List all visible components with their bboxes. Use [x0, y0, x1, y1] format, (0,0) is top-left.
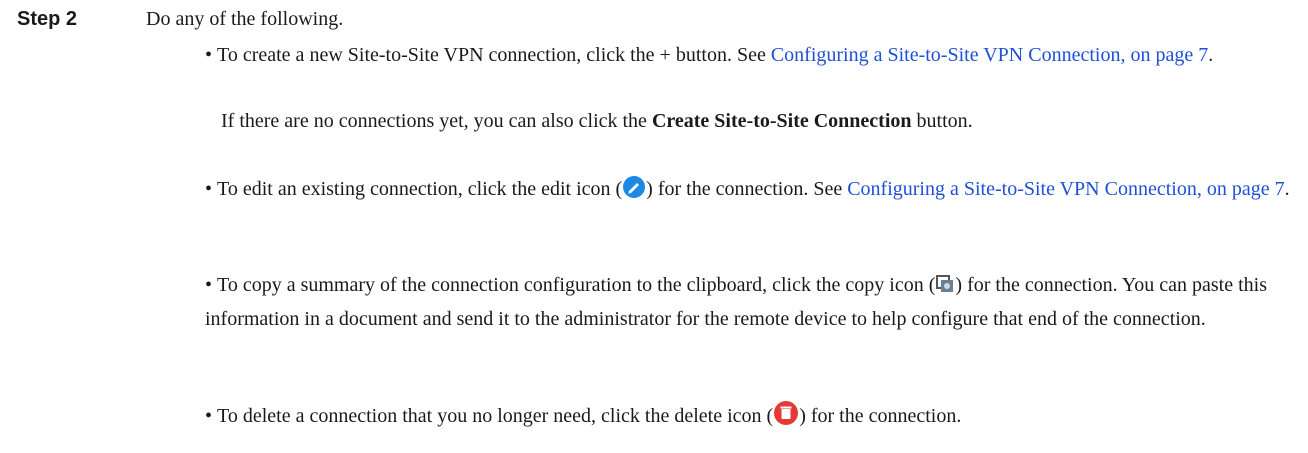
- item-text-end: .: [1208, 44, 1214, 66]
- list-item: • To delete a connection that you no lon…: [205, 400, 1295, 435]
- list-item: • To edit an existing connection, click …: [205, 174, 1295, 208]
- configure-vpn-link[interactable]: Configuring a Site-to-Site VPN Connectio…: [771, 44, 1208, 66]
- copy-icon: [935, 274, 955, 304]
- configure-vpn-link[interactable]: Configuring a Site-to-Site VPN Connectio…: [847, 178, 1284, 200]
- step-intro: Do any of the following.: [146, 8, 344, 30]
- list-item: • To create a new Site-to-Site VPN conne…: [205, 44, 1214, 66]
- item-text-mid: ) for the connection. See: [646, 178, 848, 200]
- item-text: To edit an existing connection, click th…: [217, 178, 623, 200]
- delete-icon: [773, 400, 799, 435]
- item-text-end: .: [1284, 178, 1290, 200]
- note-text-end: button.: [911, 110, 973, 132]
- item-text: To delete a connection that you no longe…: [217, 405, 774, 427]
- item-text: To create a new Site-to-Site VPN connect…: [217, 44, 771, 66]
- create-connection-button-name: Create Site-to-Site Connection: [651, 110, 912, 132]
- note-text: If there are no connections yet, you can…: [221, 110, 652, 132]
- item-text: To copy a summary of the connection conf…: [217, 274, 936, 296]
- list-item: • To copy a summary of the connection co…: [205, 274, 1268, 330]
- edit-icon: [622, 175, 646, 208]
- step-label: Step 2: [17, 8, 78, 30]
- item-text-end: ) for the connection.: [799, 405, 962, 427]
- note-paragraph: If there are no connections yet, you can…: [221, 106, 1308, 136]
